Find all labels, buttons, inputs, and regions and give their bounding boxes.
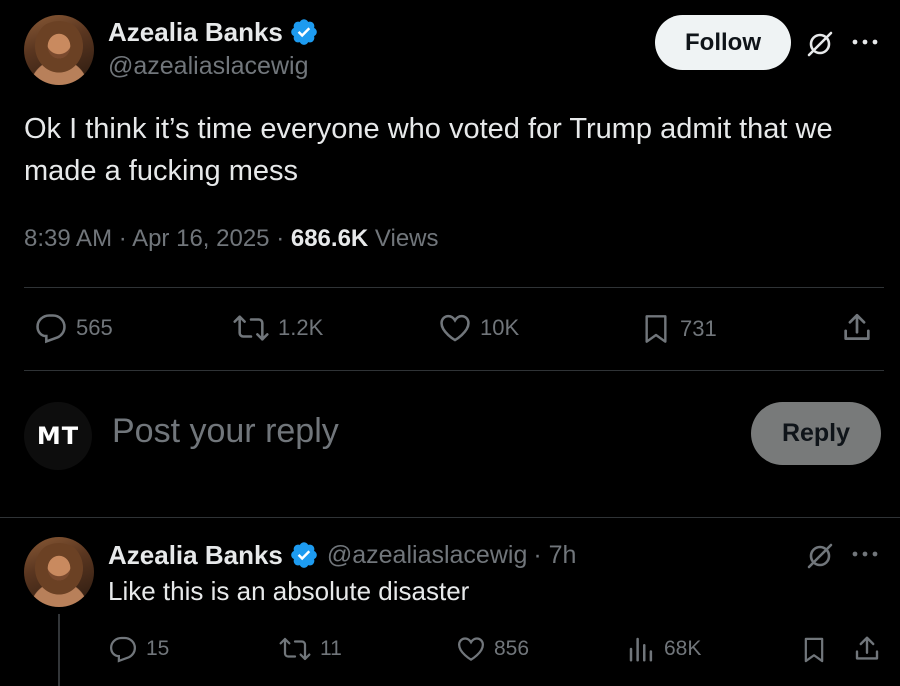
repost-icon [233,315,269,341]
author-handle[interactable]: @azealiaslacewig [108,52,308,81]
thread-views-action[interactable]: 68K [626,634,701,664]
thread-author-name[interactable]: Azealia Banks [108,540,283,571]
bookmark-icon[interactable] [800,634,828,666]
bookmark-action[interactable]: 731 [640,311,717,347]
thread-views-count: 68K [664,637,702,660]
reply-count: 565 [76,315,113,340]
verified-badge-icon [291,542,317,568]
share-icon[interactable] [852,634,882,664]
thread-like-count: 856 [494,637,530,660]
thread-tweet-text: Like this is an absolute disaster [108,576,470,606]
reply-input[interactable]: Post your reply [112,412,339,451]
meta-separator: · [276,225,291,252]
thread-author-handle[interactable]: @azealiaslacewig [327,541,527,570]
avatar-logo-text: MT [36,422,80,450]
views-icon [629,637,653,662]
thread-tweet-age[interactable]: · 7h [533,541,576,570]
author-name[interactable]: Azealia Banks [108,17,283,48]
grok-icon[interactable] [804,540,836,572]
repost-icon [279,637,311,661]
bookmark-count: 731 [680,316,717,341]
follow-button[interactable]: Follow [655,15,791,70]
tweet-text: Ok I think it’s time everyone who voted … [24,113,833,187]
verified-badge-icon [291,19,317,45]
thread-like-action[interactable]: 856 [456,634,529,664]
thread-repost-action[interactable]: 11 [278,634,342,664]
tweet-date[interactable]: Apr 16, 2025 [132,225,269,252]
thread-repost-count: 11 [320,637,342,660]
like-action[interactable]: 10K [438,311,519,345]
views-label: Views [374,225,439,252]
divider [24,370,884,371]
author-name-row[interactable]: Azealia Banks [108,14,319,50]
user-avatar[interactable]: MT [24,402,92,470]
meta-separator: · [118,225,133,252]
author-avatar[interactable] [24,15,94,85]
reply-action[interactable]: 565 [34,311,113,345]
repost-action[interactable]: 1.2K [232,311,323,345]
reply-icon [36,314,66,344]
reply-button[interactable]: Reply [751,402,881,465]
thread-author-avatar[interactable] [24,537,94,607]
views-count[interactable]: 686.6K [291,225,368,252]
like-icon [440,314,470,342]
reply-icon [109,636,137,663]
divider [24,287,884,288]
like-count: 10K [480,315,520,340]
tweet-time[interactable]: 8:39 AM [24,225,112,252]
more-icon[interactable] [850,32,880,52]
thread-line [58,614,60,686]
bookmark-icon [645,315,667,343]
thread-reply-action[interactable]: 15 [108,634,169,664]
repost-count: 1.2K [278,315,324,340]
share-icon[interactable] [840,311,874,345]
divider [0,517,900,518]
like-icon [457,637,485,661]
tweet-meta: 8:39 AM · Apr 16, 2025 · 686.6K Views [24,225,439,253]
more-icon[interactable] [850,544,880,564]
thread-reply-count: 15 [146,637,170,660]
thread-header: Azealia Banks @azealiaslacewig · 7h [108,537,576,573]
grok-icon[interactable] [804,28,836,60]
